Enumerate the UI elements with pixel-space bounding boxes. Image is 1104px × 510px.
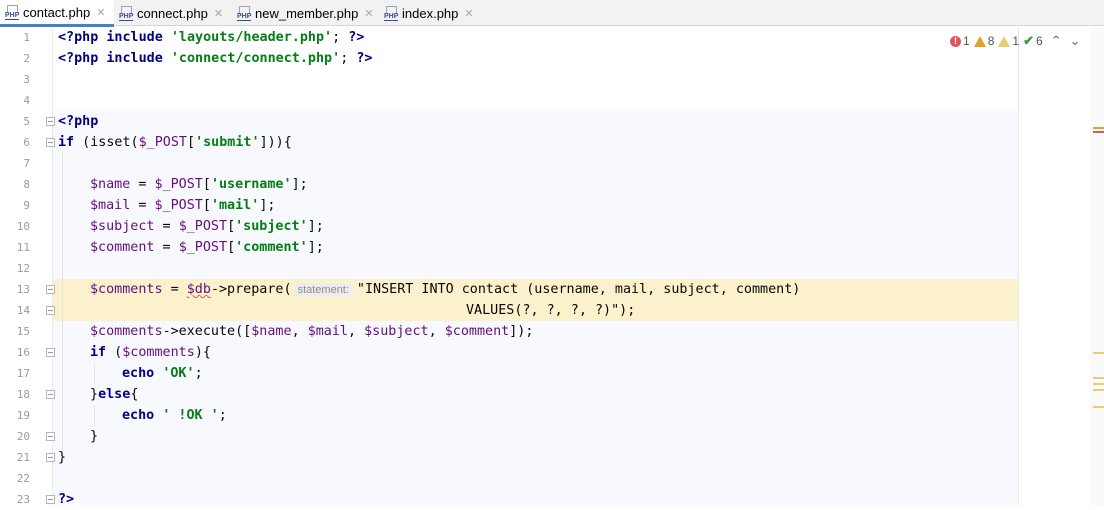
check-icon: ✔ (1023, 33, 1034, 48)
tab-contact-php[interactable]: PHP contact.php ✕ (0, 0, 114, 27)
line-number: 7 (23, 157, 30, 170)
tab-label: contact.php (23, 4, 91, 20)
code-line-17: echo 'OK'; (122, 366, 203, 381)
php-file-icon: PHP (237, 6, 252, 21)
code-line-1: <?php include 'layouts/header.php'; ?> (58, 30, 365, 45)
line-number: 18 (16, 388, 30, 401)
error-stripe[interactable] (1090, 27, 1104, 505)
code-line-23: ?> (58, 492, 75, 507)
code-line-11: $comment = $_POST['comment']; (90, 240, 324, 255)
line-number: 17 (16, 367, 30, 380)
close-icon[interactable]: ✕ (96, 6, 105, 19)
line-number: 5 (23, 115, 30, 128)
tab-new-member-php[interactable]: PHP new_member.php ✕ (235, 0, 380, 26)
code-line-19: echo ' !OK '; (122, 408, 227, 423)
line-number: 16 (16, 346, 30, 359)
indent-guide (94, 363, 95, 384)
code-line-20: } (90, 429, 99, 444)
code-line-16: if ($comments){ (90, 345, 211, 360)
code-line-9: $mail = $_POST['mail']; (90, 198, 276, 213)
code-line-15: $comments->execute([$name, $mail, $subje… (90, 324, 534, 339)
tab-label: index.php (402, 5, 459, 21)
next-highlight-arrow[interactable]: ⌄ (1070, 33, 1081, 49)
fold-marker[interactable] (46, 495, 55, 504)
line-number: 21 (16, 451, 30, 464)
weak-warning-marker[interactable] (1093, 383, 1104, 385)
tab-label: connect.php (137, 5, 208, 21)
line-number: 8 (23, 178, 30, 191)
code-line-21: } (58, 450, 67, 465)
indent-guide (94, 405, 95, 426)
parameter-hint: statement: (293, 283, 353, 297)
fold-marker[interactable] (46, 348, 55, 357)
editor-tab-bar: PHP contact.php ✕ PHP connect.php ✕ PHP … (0, 0, 1104, 27)
fold-marker[interactable] (46, 432, 55, 441)
fold-marker[interactable] (46, 453, 55, 462)
code-line-5: <?php (58, 114, 99, 129)
fold-marker[interactable] (46, 285, 55, 294)
tab-label: new_member.php (255, 5, 359, 21)
close-icon[interactable]: ✕ (464, 7, 473, 20)
line-number: 2 (23, 52, 30, 65)
line-number: 13 (16, 283, 30, 296)
tab-index-php[interactable]: PHP index.php ✕ (382, 0, 482, 26)
fold-marker[interactable] (46, 306, 55, 315)
line-number: 1 (23, 31, 30, 44)
fold-marker[interactable] (46, 390, 55, 399)
code-line-18: }else{ (90, 387, 139, 402)
error-icon: ! (950, 35, 961, 47)
line-number: 19 (16, 409, 30, 422)
line-number: 14 (16, 304, 30, 317)
tab-connect-php[interactable]: PHP connect.php ✕ (117, 0, 233, 26)
right-margin-guide (1018, 27, 1019, 505)
fold-marker[interactable] (46, 117, 55, 126)
line-number: 22 (16, 472, 30, 485)
weak-warning-marker[interactable] (1093, 377, 1104, 379)
weak-warning-marker[interactable] (1093, 389, 1104, 391)
line-number: 15 (16, 325, 30, 338)
weak-warning-icon (998, 35, 1011, 47)
fold-marker[interactable] (46, 138, 55, 147)
warning-icon (973, 35, 986, 47)
php-file-icon: PHP (5, 5, 20, 20)
errors-indicator[interactable]: ! 1 (950, 34, 970, 48)
line-number: 4 (23, 94, 30, 107)
weak-warning-marker[interactable] (1093, 352, 1104, 354)
line-number: 20 (16, 430, 30, 443)
code-line-14: VALUES(?, ?, ?, ?)"); (466, 303, 636, 318)
typos-indicator[interactable]: ✔ 6 (1023, 33, 1043, 49)
warning-marker[interactable] (1093, 127, 1104, 129)
weak-warnings-indicator[interactable]: 1 (998, 34, 1019, 48)
weak-warning-marker[interactable] (1093, 406, 1104, 408)
php-file-icon: PHP (384, 6, 399, 21)
inspections-widget[interactable]: ! 1 8 1 ✔ 6 ⌃ ⌄ (950, 33, 1080, 49)
warnings-indicator[interactable]: 8 (973, 34, 994, 48)
close-icon[interactable]: ✕ (214, 7, 223, 20)
line-number: 9 (23, 199, 30, 212)
line-number: 6 (23, 136, 30, 149)
line-number: 3 (23, 73, 30, 86)
indent-guide (62, 153, 63, 457)
close-icon[interactable]: ✕ (364, 7, 373, 20)
code-line-13: $comments = $db->prepare(statement: "INSE… (90, 282, 801, 297)
code-line-8: $name = $_POST['username']; (90, 177, 308, 192)
error-marker[interactable] (1093, 131, 1104, 133)
line-number: 12 (16, 262, 30, 275)
code-line-6: if (isset($_POST['submit'])){ (58, 135, 292, 150)
line-number: 23 (16, 493, 30, 506)
line-number: 11 (16, 241, 30, 254)
php-file-icon: PHP (119, 6, 134, 21)
previous-highlight-arrow[interactable]: ⌃ (1051, 33, 1062, 49)
line-number: 10 (16, 220, 30, 233)
code-line-2: <?php include 'connect/connect.php'; ?> (58, 51, 373, 66)
code-line-10: $subject = $_POST['subject']; (90, 219, 324, 234)
